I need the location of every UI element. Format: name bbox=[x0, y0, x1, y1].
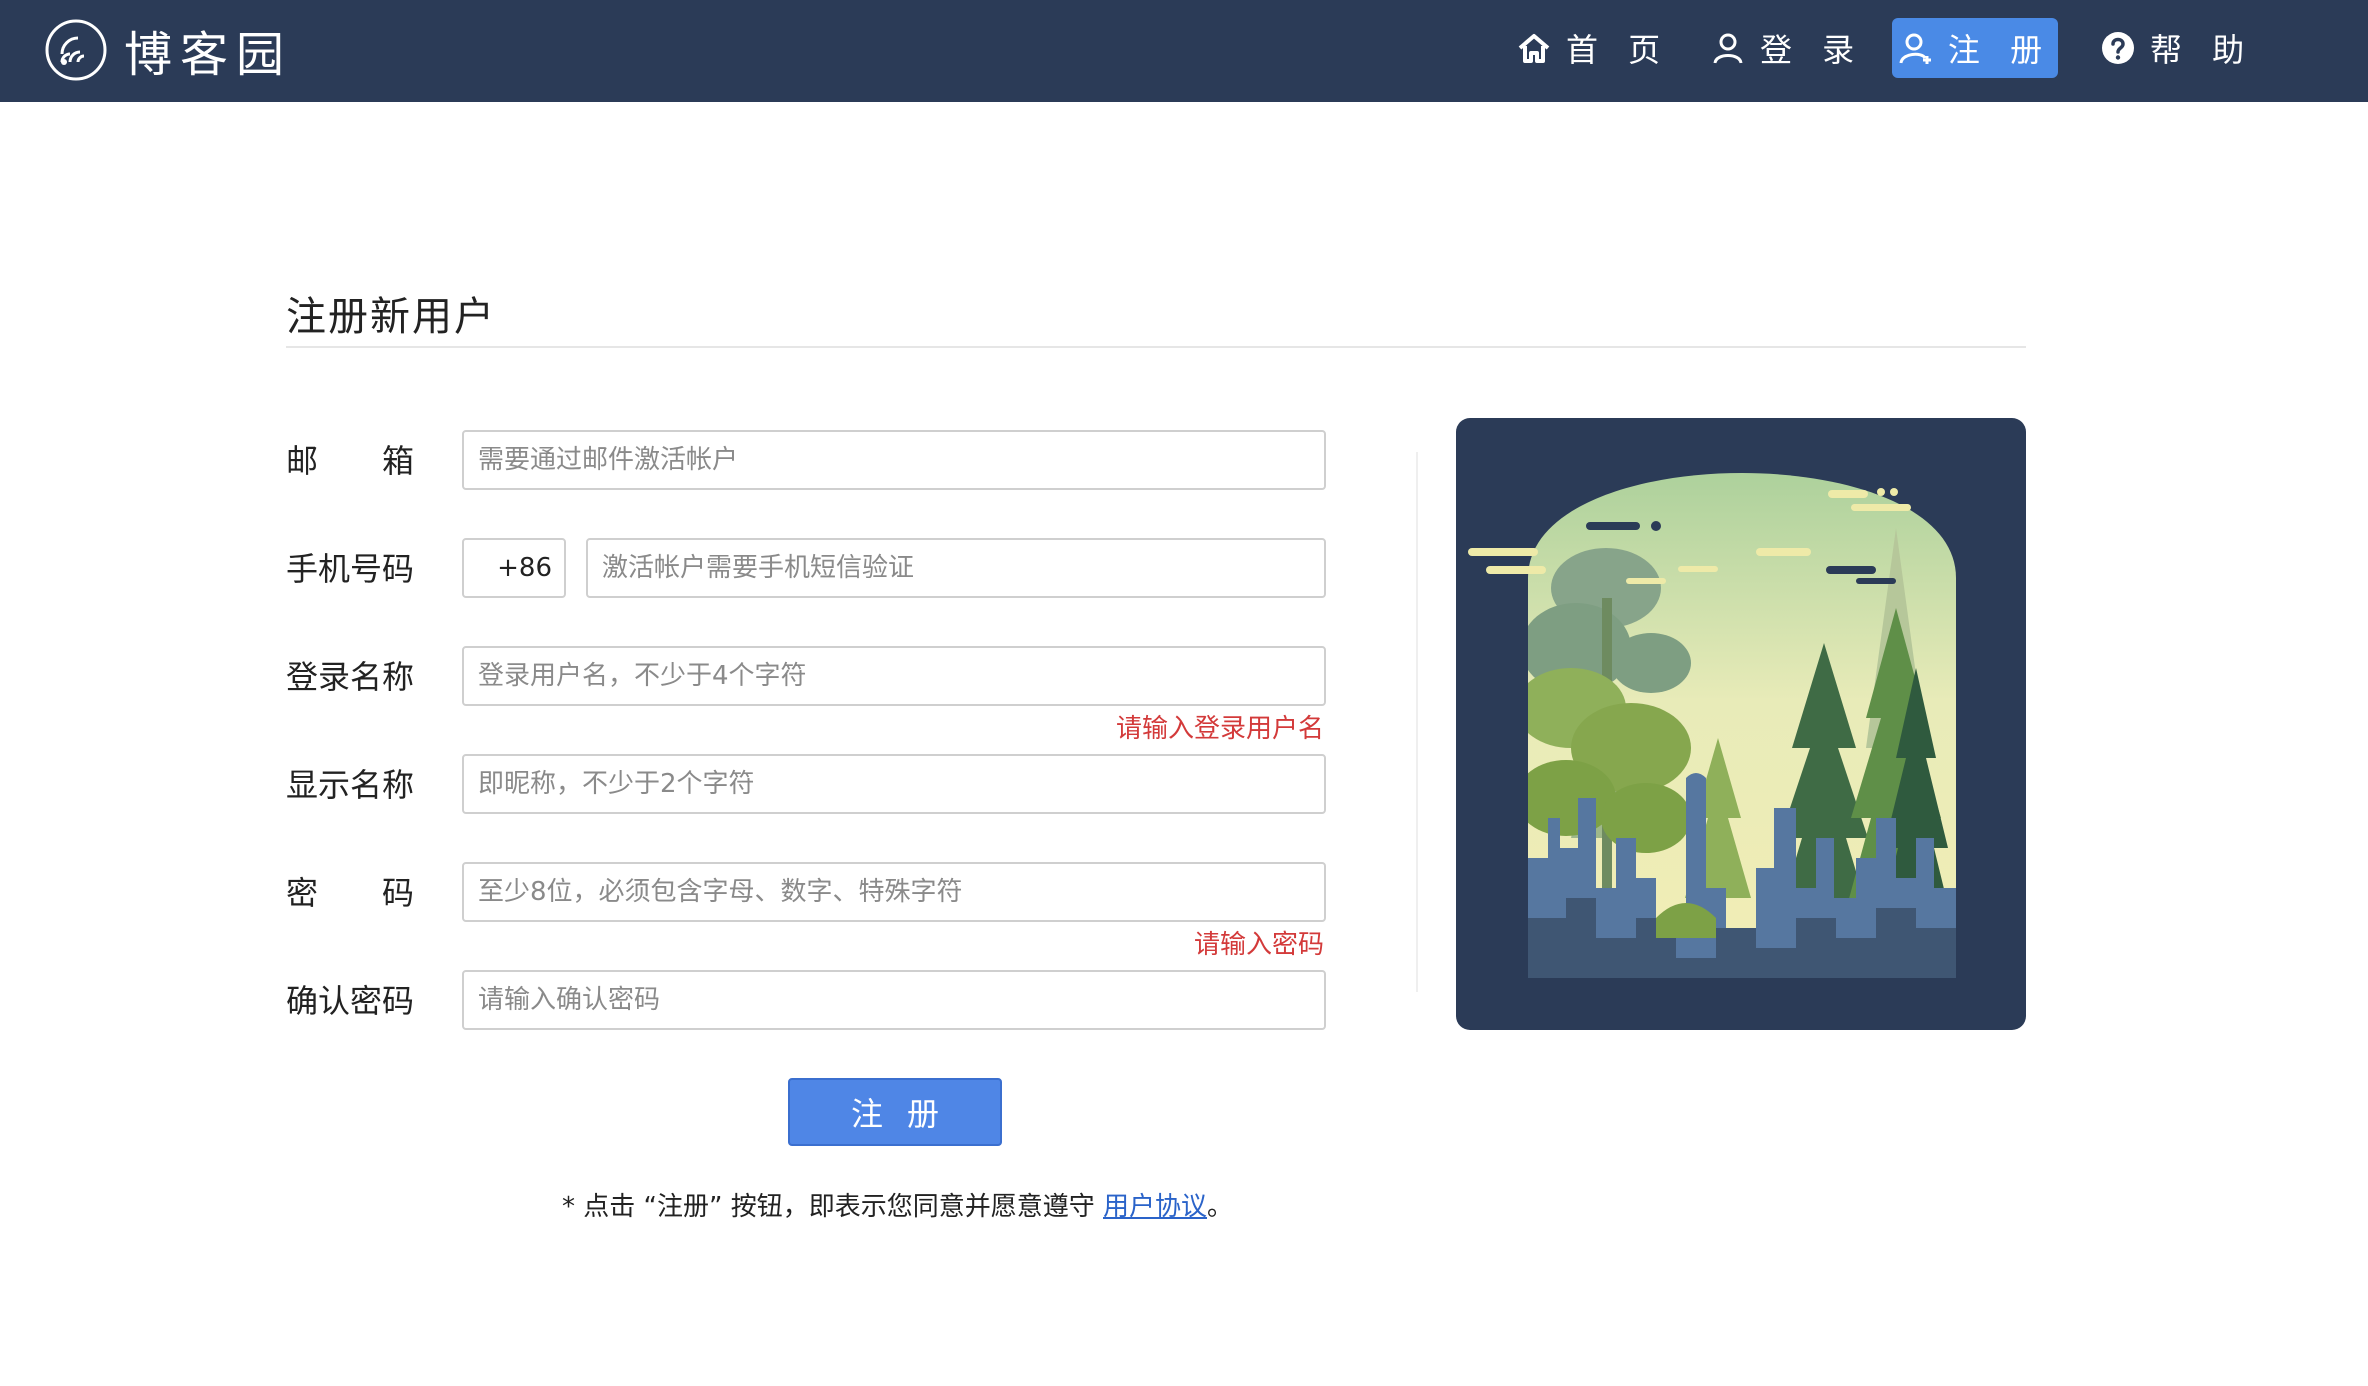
password-input[interactable] bbox=[462, 862, 1326, 922]
top-navbar: 博客园 首 页 登 录 注 册 帮 助 bbox=[0, 0, 2368, 102]
password-label-char-1: 密 bbox=[286, 874, 319, 912]
password-label: 密 码 bbox=[286, 864, 414, 922]
nav-help[interactable]: 帮 助 bbox=[2100, 18, 2254, 78]
terms-prefix-text: * 点击 “注册” 按钮，即表示您同意并愿意遵守 bbox=[562, 1192, 1103, 1222]
display-name-input[interactable] bbox=[462, 754, 1326, 814]
email-input[interactable] bbox=[462, 430, 1326, 490]
home-icon bbox=[1518, 34, 1550, 63]
terms-suffix-text: 。 bbox=[1207, 1192, 1234, 1222]
vertical-divider bbox=[1416, 452, 1418, 992]
site-logo[interactable]: 博客园 bbox=[44, 10, 292, 90]
country-code-prefix[interactable]: +86 bbox=[462, 538, 566, 598]
forest-city-illustration bbox=[1456, 418, 2026, 1030]
email-label: 邮 箱 bbox=[286, 432, 414, 490]
login-name-input[interactable] bbox=[462, 646, 1326, 706]
user-add-icon bbox=[1899, 33, 1931, 64]
user-icon bbox=[1713, 33, 1743, 64]
login-name-error: 请输入登录用户名 bbox=[1115, 714, 1324, 744]
email-label-char-1: 邮 bbox=[286, 442, 319, 480]
nav-help-label: 帮 助 bbox=[2150, 31, 2255, 69]
confirm-password-input[interactable] bbox=[462, 970, 1326, 1030]
display-name-label: 显示名称 bbox=[286, 766, 415, 804]
confirm-password-label: 确认密码 bbox=[286, 982, 415, 1020]
country-code-text: +86 bbox=[497, 553, 552, 583]
title-divider bbox=[286, 346, 2026, 348]
nav-register-label: 注 册 bbox=[1947, 31, 2053, 69]
phone-input[interactable] bbox=[586, 538, 1326, 598]
password-error: 请输入密码 bbox=[1193, 930, 1324, 960]
nav-home-label: 首 页 bbox=[1566, 31, 1671, 69]
help-icon bbox=[2102, 32, 2134, 64]
nav-home[interactable]: 首 页 bbox=[1516, 18, 1670, 78]
logo-text: 博客园 bbox=[124, 27, 293, 83]
page-title: 注册新用户 bbox=[286, 294, 496, 340]
register-submit-button[interactable]: 注册 bbox=[788, 1078, 1002, 1146]
password-label-char-2: 码 bbox=[381, 874, 414, 912]
phone-label: 手机号码 bbox=[286, 550, 415, 588]
terms-notice: * 点击 “注册” 按钮，即表示您同意并愿意遵守 用户协议。 bbox=[562, 1186, 1233, 1223]
nav-login[interactable]: 登 录 bbox=[1710, 18, 1864, 78]
logo-icon bbox=[45, 19, 107, 81]
nav-login-label: 登 录 bbox=[1760, 31, 1865, 69]
login-name-label: 登录名称 bbox=[286, 658, 415, 696]
user-agreement-link[interactable]: 用户协议 bbox=[1103, 1192, 1207, 1222]
nav-register[interactable]: 注 册 bbox=[1892, 18, 2058, 78]
email-label-char-2: 箱 bbox=[381, 442, 414, 480]
